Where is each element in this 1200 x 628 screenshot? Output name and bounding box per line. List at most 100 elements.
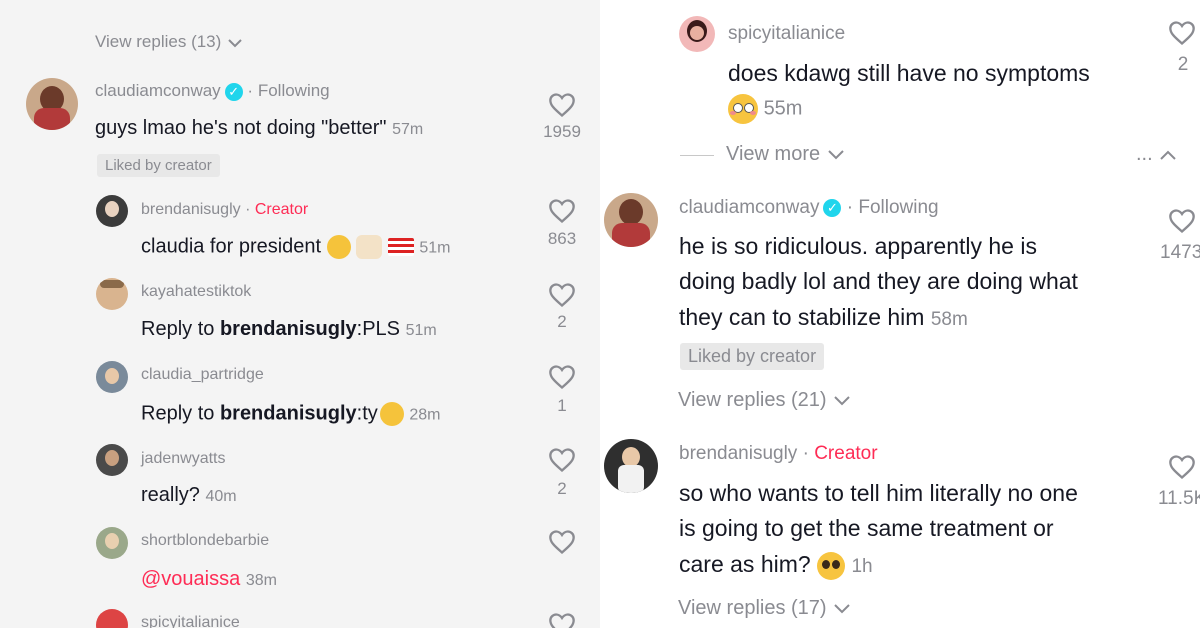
verified-check-icon: ✓ xyxy=(823,198,842,217)
chevron-down-icon xyxy=(834,604,850,614)
reply-target-username[interactable]: brendanisugly xyxy=(220,318,357,340)
view-replies-link[interactable]: View replies (17) xyxy=(678,597,852,620)
view-more-label: View more xyxy=(726,143,821,165)
avatar[interactable] xyxy=(604,193,658,247)
reply-target-username[interactable]: brendanisugly xyxy=(220,402,357,424)
pleading-emoji-icon xyxy=(817,551,846,580)
reply-prefix: Reply to xyxy=(141,318,220,340)
avatar[interactable] xyxy=(96,195,128,227)
comment-text-line: is going to get the same treatment or xyxy=(679,515,1054,541)
reply-time-row: 55m xyxy=(728,94,802,124)
comment-text-row: they can to stabilize him 58m xyxy=(679,304,968,331)
view-replies-link-top[interactable]: View replies (13) xyxy=(95,32,244,52)
comment-header: brendanisugly · Creator xyxy=(679,443,878,464)
comment-text-line: care as him? xyxy=(679,551,811,577)
comment-text-row: care as him? 1h xyxy=(679,551,873,580)
comment-text-line: he is so ridiculous. apparently he is xyxy=(679,233,1037,259)
following-label: Following xyxy=(858,197,939,218)
heart-outline-icon[interactable] xyxy=(548,364,576,390)
username[interactable]: claudia_partridge xyxy=(141,366,264,383)
us-flag-emoji-icon xyxy=(387,238,414,256)
reply-header: kayahatestiktok xyxy=(141,283,251,301)
collapse-link[interactable]: ... xyxy=(1136,143,1178,166)
username[interactable]: kayahatestiktok xyxy=(141,283,251,300)
creator-badge: Creator xyxy=(254,201,309,218)
like-count: 1473 xyxy=(1160,242,1200,263)
reply-text: does kdawg still have no symptoms xyxy=(728,60,1090,86)
avatar[interactable] xyxy=(604,439,658,493)
username[interactable]: spicyitalianice xyxy=(728,23,845,44)
view-replies-label: View replies (13) xyxy=(95,32,222,51)
crying-laughing-emoji-icon xyxy=(326,235,351,259)
heart-outline-icon[interactable] xyxy=(548,198,576,224)
username[interactable]: claudiamconway xyxy=(679,197,819,218)
reply-text-row: Reply to brendanisugly:PLS 51m xyxy=(141,318,437,341)
heart-outline-icon[interactable] xyxy=(548,92,576,118)
grimacing-emoji-icon xyxy=(379,402,404,426)
reply-header: claudia_partridge xyxy=(141,366,264,384)
comment-header: claudiamconway ✓ · Following xyxy=(679,197,939,218)
reply-text: really? xyxy=(141,484,200,506)
heart-outline-icon[interactable] xyxy=(1168,208,1196,234)
reply-header: shortblondebarbie xyxy=(141,532,269,550)
left-comments-panel: View replies (13) claudiamconway ✓ · Foll… xyxy=(0,0,600,628)
reply-text-row: really? 40m xyxy=(141,484,237,507)
reply-header: jadenwyatts xyxy=(141,450,226,468)
avatar[interactable] xyxy=(96,609,128,628)
reply-time: 28m xyxy=(409,406,441,424)
following-label: Following xyxy=(257,81,330,100)
view-replies-link[interactable]: View replies (21) xyxy=(678,389,852,412)
comment-text-row: guys lmao he's not doing "better" 57m xyxy=(95,117,423,140)
reply-text: :PLS xyxy=(356,318,400,340)
avatar[interactable] xyxy=(96,361,128,393)
chevron-down-icon xyxy=(228,38,242,47)
flushed-emoji-icon xyxy=(728,94,758,124)
avatar[interactable] xyxy=(679,16,715,52)
reply-header: brendanisugly · Creator xyxy=(141,201,309,218)
like-count: 11.5K xyxy=(1158,488,1200,509)
comment-time: 57m xyxy=(392,121,424,138)
raised-hands-emoji-icon xyxy=(356,235,383,259)
reply-time: 38m xyxy=(245,572,277,589)
creator-badge: Creator xyxy=(814,443,878,464)
reply-time: 51m xyxy=(419,239,451,257)
comment-text-line: doing badly lol and they are doing what xyxy=(679,268,1078,294)
avatar[interactable] xyxy=(96,527,128,559)
ellipsis-label: ... xyxy=(1136,143,1153,165)
heart-outline-icon[interactable] xyxy=(1168,20,1196,46)
reply-text: :ty xyxy=(356,402,378,425)
username[interactable]: brendanisugly xyxy=(141,201,241,218)
right-comments-panel: spicyitalianice does kdawg still have no… xyxy=(600,0,1200,628)
comment-time: 1h xyxy=(851,556,873,577)
comment-text: guys lmao he's not doing "better" xyxy=(95,117,387,139)
chevron-down-icon xyxy=(834,396,850,406)
chevron-down-icon xyxy=(827,150,844,160)
heart-outline-icon[interactable] xyxy=(1168,454,1196,480)
reply-text: claudia for president xyxy=(141,235,322,258)
like-count: 863 xyxy=(547,229,577,248)
username[interactable]: jadenwyatts xyxy=(141,450,226,467)
comment-header: claudiamconway ✓ · Following xyxy=(95,81,330,101)
like-count: 2 xyxy=(1177,54,1189,75)
heart-outline-icon[interactable] xyxy=(548,529,576,555)
username[interactable]: claudiamconway xyxy=(95,81,221,100)
avatar[interactable] xyxy=(96,444,128,476)
reply-prefix: Reply to xyxy=(141,402,220,425)
heart-outline-icon[interactable] xyxy=(548,612,576,628)
like-count: 1 xyxy=(557,396,567,415)
view-more-link[interactable]: View more xyxy=(726,143,846,166)
view-replies-label: View replies (21) xyxy=(678,389,827,411)
username[interactable]: shortblondebarbie xyxy=(141,532,269,549)
avatar[interactable] xyxy=(26,78,78,130)
username[interactable]: spicyitalianice xyxy=(141,614,240,628)
reply-header: spicyitalianice xyxy=(728,23,845,45)
username[interactable]: brendanisugly xyxy=(679,443,797,464)
heart-outline-icon[interactable] xyxy=(548,447,576,473)
mention-link[interactable]: @vouaissa xyxy=(141,568,240,590)
divider-line xyxy=(680,155,714,156)
avatar[interactable] xyxy=(96,278,128,310)
reply-text-row: @vouaissa 38m xyxy=(141,568,277,591)
comment-time: 58m xyxy=(930,309,968,330)
reply-header: spicyitalianice xyxy=(141,614,240,628)
heart-outline-icon[interactable] xyxy=(548,282,576,308)
